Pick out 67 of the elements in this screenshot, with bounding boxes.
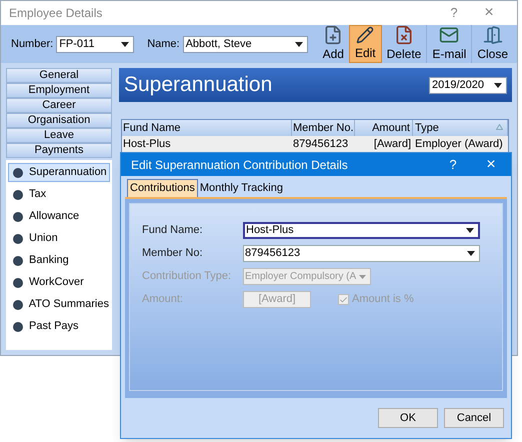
close-button[interactable]: × (471, 152, 511, 176)
bullet-icon (13, 168, 23, 178)
dialog-button[interactable]: Cancel (444, 408, 504, 428)
close-button[interactable]: × (469, 1, 509, 25)
nav-group-button[interactable]: Employment (6, 83, 112, 98)
bullet-icon (13, 234, 23, 244)
help-button[interactable]: ? (439, 3, 469, 23)
bullet-icon (13, 212, 23, 222)
nav-item[interactable]: Allowance (8, 207, 110, 226)
nav-group-button[interactable]: Career (6, 98, 112, 113)
dialog-title: Edit Superannuation Contribution Details (131, 156, 348, 174)
toolbar-button[interactable]: Add (318, 25, 349, 63)
panel-title: Superannuation (124, 72, 272, 98)
nav-group-button[interactable]: Organisation (6, 113, 112, 128)
field-label: Member No: (142, 246, 204, 262)
table-cell-text: 879456123 (292, 137, 350, 152)
nav-item[interactable]: WorkCover (8, 273, 110, 292)
bullet-icon (13, 278, 23, 288)
dropdown-arrow-icon (121, 42, 130, 46)
help-button[interactable]: ? (435, 154, 471, 174)
document-x-icon (394, 25, 414, 45)
window-title: Employee Details (9, 5, 102, 22)
bullet-icon (13, 300, 23, 310)
toolbar-button[interactable]: Edit (348, 25, 382, 63)
door-icon (482, 25, 503, 45)
nav-item[interactable]: ATO Summaries (8, 295, 110, 314)
number-label: Number: (11, 36, 54, 52)
table-cell-text: [Award] (372, 137, 412, 152)
dialog-button[interactable]: OK (378, 408, 438, 428)
tab[interactable]: Monthly Tracking (198, 179, 285, 197)
nav-item[interactable]: Superannuation (8, 163, 110, 182)
name-dropdown[interactable]: Abbott, Steve (182, 36, 308, 52)
dropdown-arrow-icon (294, 42, 303, 46)
dropdown-arrow-icon (466, 228, 474, 233)
toolbar-button[interactable]: Close (471, 25, 514, 63)
checkbox-label: Amount is % (352, 292, 414, 308)
bullet-icon (13, 256, 23, 266)
table-cell-text: Host-Plus (122, 137, 172, 152)
nav-item[interactable]: Tax (8, 185, 110, 204)
field-label: Contribution Type: (142, 269, 232, 284)
table-row[interactable]: Host-Plus 879456123 [Award] Employer (Award) (122, 136, 508, 152)
bullet-icon (13, 322, 23, 332)
mail-icon (439, 25, 460, 45)
nav-item[interactable]: Banking (8, 251, 110, 270)
table-cell-text: Employer (Award) (414, 137, 504, 152)
field-label: Fund Name: (142, 223, 204, 238)
nav-group-button[interactable]: General (6, 68, 112, 83)
dropdown-arrow-icon (359, 274, 366, 278)
pencil-icon (355, 26, 376, 44)
bullet-icon (13, 190, 23, 200)
nav-group-button[interactable]: Leave (6, 128, 112, 143)
year-dropdown[interactable]: 2019/2020 (429, 76, 507, 94)
nav-item[interactable]: Union (8, 229, 110, 248)
sort-arrow-icon (496, 124, 503, 130)
nav-item[interactable]: Past Pays (8, 317, 110, 336)
dropdown-field[interactable]: Host-Plus (243, 222, 480, 239)
tab[interactable]: Contributions (127, 179, 198, 197)
nav-group-button[interactable]: Payments (6, 143, 112, 158)
dropdown-arrow-icon (494, 82, 502, 88)
field-label: Amount: (142, 292, 184, 308)
name-label: Name: (147, 36, 180, 52)
number-dropdown[interactable]: FP-011 (56, 36, 134, 52)
toolbar-button[interactable]: E-mail (426, 25, 472, 63)
dropdown-field[interactable]: 879456123 (243, 245, 480, 262)
dropdown-arrow-icon (467, 251, 475, 256)
document-plus-icon (323, 25, 344, 45)
toolbar-button[interactable]: Delete (382, 25, 426, 63)
